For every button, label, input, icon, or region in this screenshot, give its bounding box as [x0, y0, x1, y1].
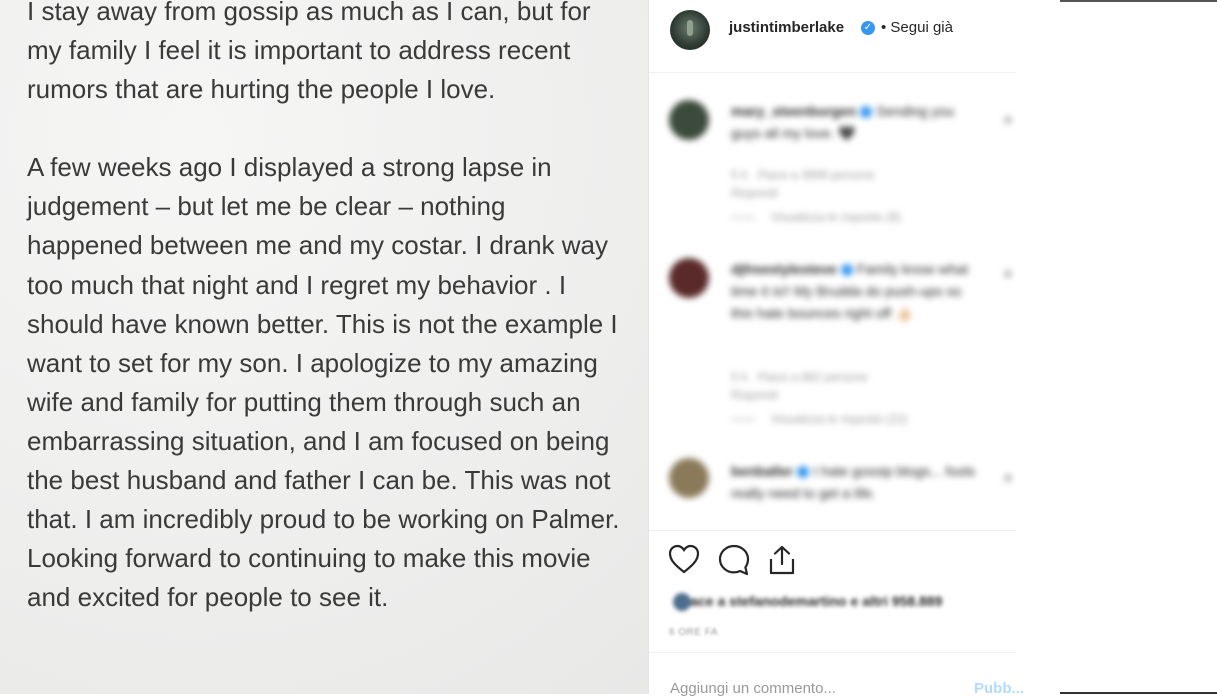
- post-date: 6 ORE FA: [669, 627, 719, 638]
- verified-badge-icon: [860, 106, 873, 119]
- reply-button[interactable]: Rispondi: [731, 388, 778, 402]
- heart-icon[interactable]: [1004, 270, 1012, 278]
- verified-badge-icon: [797, 466, 810, 479]
- view-replies-link[interactable]: Visualizza le risposte (8): [731, 210, 901, 224]
- comment-time: 5 h: [731, 168, 748, 182]
- avatar[interactable]: [669, 100, 709, 140]
- publish-button[interactable]: Pubb...: [974, 680, 1024, 697]
- comment-body: mary_steenburgen Sending you guys all my …: [731, 100, 976, 144]
- view-replies-link[interactable]: Visualizza le risposte (22): [731, 412, 908, 426]
- avatar[interactable]: [669, 258, 709, 298]
- avatar[interactable]: [669, 458, 709, 498]
- comment-input[interactable]: Aggiungi un commento...: [670, 680, 836, 697]
- comment-body: djfreestylesteve Family know what time it…: [731, 258, 976, 324]
- avatar: [673, 593, 691, 611]
- comment-icon[interactable]: [717, 543, 751, 577]
- comment-time: 5 h: [731, 370, 748, 384]
- comment-likes[interactable]: Piace a 3999 persone: [758, 168, 875, 182]
- heart-icon[interactable]: [1004, 116, 1012, 124]
- share-icon[interactable]: [765, 543, 799, 577]
- post-paragraph-2: A few weeks ago I displayed a strong lap…: [27, 152, 620, 613]
- add-comment-bar: Aggiungi un commento... Pubb...: [649, 652, 1024, 697]
- post-image: I stay away from gossip as much as I can…: [0, 0, 648, 694]
- follow-status-button[interactable]: • Segui già: [881, 19, 953, 36]
- comment-likes[interactable]: Piace a 682 persone: [758, 370, 868, 384]
- post-actions: Piace a stefanodemartino e altri 958.889…: [649, 530, 1016, 653]
- comment-username[interactable]: mary_steenburgen: [731, 103, 856, 119]
- post-sidebar: justintimberlake ✓ • Segui già mary_stee…: [648, 0, 1024, 697]
- view-replies-label: Visualizza le risposte (8): [771, 210, 901, 224]
- username-link[interactable]: justintimberlake: [729, 19, 844, 36]
- reply-button[interactable]: Rispondi: [731, 186, 778, 200]
- verified-badge-icon: ✓: [861, 21, 875, 35]
- comment-meta: 5 h Piace a 682 persone Rispondi: [731, 368, 868, 404]
- likes-count[interactable]: Piace a stefanodemartino e altri 958.889: [673, 593, 943, 611]
- comment-body: benballer I hate gossip blogs... fools re…: [731, 460, 976, 504]
- heart-icon[interactable]: [1004, 474, 1012, 482]
- comments-list: mary_steenburgen Sending you guys all my …: [649, 72, 1016, 530]
- comment-username[interactable]: djfreestylesteve: [731, 261, 837, 277]
- view-replies-label: Visualizza le risposte (22): [771, 412, 908, 426]
- divider: [1060, 0, 1217, 2]
- comment-meta: 5 h Piace a 3999 persone Rispondi: [731, 166, 874, 202]
- avatar[interactable]: [670, 10, 710, 50]
- likes-text: Piace a stefanodemartino e altri 958.889: [677, 593, 943, 609]
- verified-badge-icon: [840, 264, 853, 277]
- post-paragraph-1: I stay away from gossip as much as I can…: [27, 0, 591, 105]
- comment-username[interactable]: benballer: [731, 463, 793, 479]
- post-text: I stay away from gossip as much as I can…: [27, 0, 627, 617]
- heart-icon[interactable]: [667, 543, 701, 575]
- post-header: justintimberlake ✓ • Segui già: [649, 0, 1016, 73]
